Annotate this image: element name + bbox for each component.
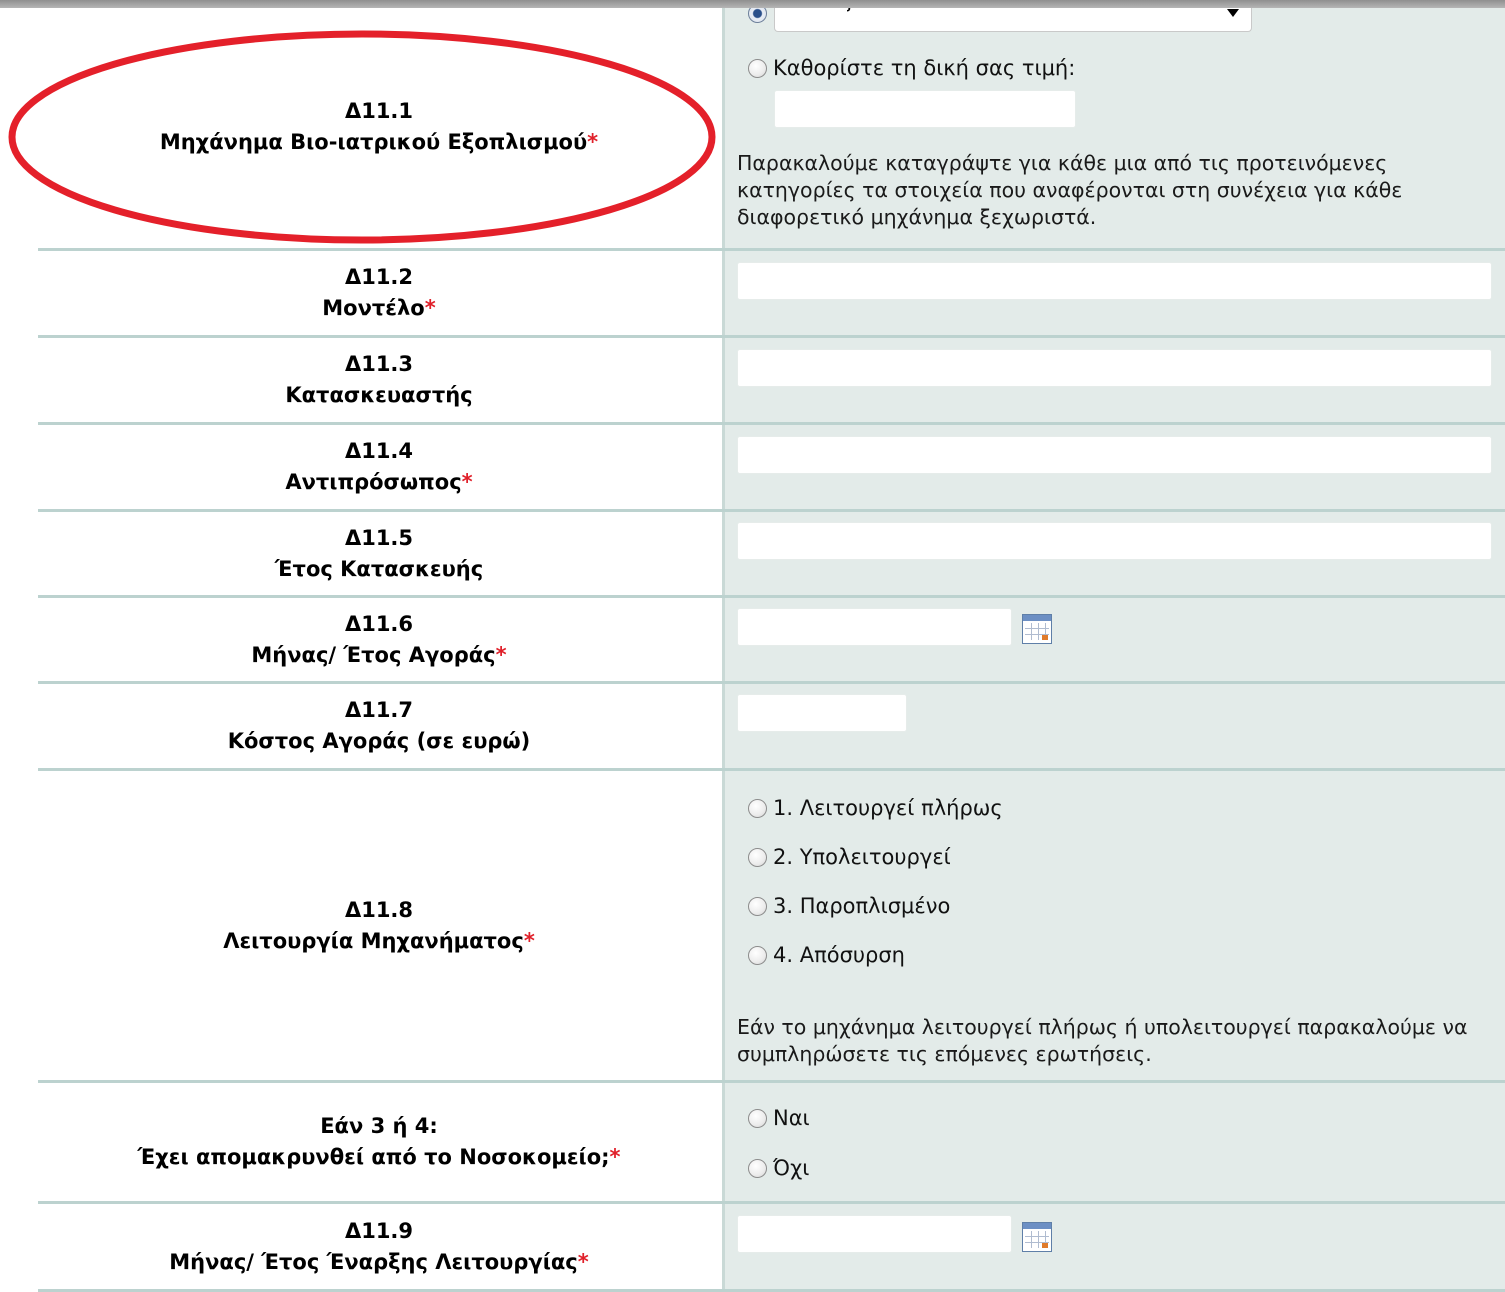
radio-decommissioned[interactable]: 3. Παροπλισμένο — [748, 894, 950, 918]
radio-button[interactable] — [748, 945, 767, 965]
question-label: Μήνας/ Έτος Έναρξης Λειτουργίας* — [169, 1247, 589, 1278]
label-cell-d11-2: Δ11.2 Μοντέλο* — [38, 251, 720, 335]
representative-input[interactable] — [737, 436, 1492, 474]
radio-label: Όχι — [773, 1156, 810, 1180]
question-label-text: Λειτουργία Μηχανήματος — [223, 928, 524, 953]
question-label-text: Μήνας/ Έτος Έναρξης Λειτουργίας — [169, 1249, 578, 1274]
calendar-icon[interactable] — [1022, 614, 1052, 644]
operation-start-date-input[interactable] — [737, 1215, 1012, 1253]
question-label: Κατασκευαστής — [285, 383, 473, 407]
radio-label: Ναι — [773, 1106, 810, 1130]
calendar-icon-header — [1023, 1223, 1051, 1229]
radio-fully-operational[interactable]: 1. Λειτουργεί πλήρως — [748, 796, 1003, 820]
question-code: Δ11.1 — [344, 99, 414, 123]
label-cell-d11-6: Δ11.6 Μήνας/ Έτος Αγοράς* — [38, 598, 720, 681]
radio-label: Καθορίστε τη δική σας τιμή: — [773, 56, 1076, 80]
value-cell-removed — [722, 1083, 1505, 1201]
label-cell-d11-5: Δ11.5 Έτος Κατασκευής — [38, 512, 720, 595]
radio-button[interactable] — [748, 798, 767, 818]
question-label: Έτος Κατασκευής — [274, 556, 484, 581]
d11-8-instruction-note: Εάν το μηχάνημα λειτουργεί πλήρως ή υπολ… — [737, 1015, 1468, 1066]
label-cell-d11-3: Δ11.3 Κατασκευαστής — [38, 338, 720, 422]
calendar-icon-today — [1042, 1243, 1048, 1248]
chevron-down-icon[interactable] — [1227, 9, 1239, 17]
purchase-cost-input[interactable] — [737, 694, 907, 732]
question-code: Δ11.6 — [344, 611, 414, 636]
radio-button[interactable] — [748, 1158, 767, 1178]
question-label: Λειτουργία Μηχανήματος* — [223, 926, 535, 957]
label-cell-d11-8: Δ11.8 Λειτουργία Μηχανήματος* — [38, 771, 720, 1080]
question-label: Μηχάνημα Βιο-ιατρικού Εξοπλισμού* — [160, 127, 598, 158]
row-removed-from-hospital: Εάν 3 ή 4: Έχει απομακρυνθεί από το Νοσο… — [38, 1083, 1505, 1204]
model-input[interactable] — [737, 262, 1492, 300]
construction-year-input[interactable] — [737, 522, 1492, 560]
question-label: Έχει απομακρυνθεί από το Νοσοκομείο;* — [137, 1142, 620, 1173]
radio-underperforming[interactable]: 2. Υπολειτουργεί — [748, 845, 951, 869]
radio-button[interactable] — [748, 896, 767, 916]
required-marker: * — [424, 296, 436, 320]
question-label-text: Μηχάνημα Βιο-ιατρικού Εξοπλισμού — [159, 130, 588, 154]
label-cell-d11-4: Δ11.4 Αντιπρόσωπος* — [38, 425, 720, 509]
question-label: Μοντέλο* — [322, 293, 435, 324]
radio-yes[interactable]: Ναι — [748, 1106, 810, 1130]
question-label: Κόστος Αγοράς (σε ευρώ) — [227, 729, 531, 753]
label-cell-removed: Εάν 3 ή 4: Έχει απομακρυνθεί από το Νοσο… — [38, 1083, 720, 1201]
required-marker: * — [587, 130, 599, 154]
question-label-text: Μήνας/ Έτος Αγοράς — [251, 642, 496, 667]
radio-button[interactable] — [748, 847, 767, 867]
question-code: Δ11.9 — [344, 1218, 414, 1243]
d11-1-instruction-note: Παρακαλούμε καταγράψτε για κάθε μια από … — [737, 151, 1403, 229]
calendar-icon-today — [1042, 635, 1048, 640]
question-label-text: Μοντέλο — [322, 296, 425, 320]
question-code: Δ11.4 — [344, 439, 414, 463]
radio-label: 2. Υπολειτουργεί — [773, 845, 951, 869]
required-marker: * — [461, 470, 473, 494]
radio-button[interactable] — [748, 1108, 767, 1128]
question-label-text: Έχει απομακρυνθεί από το Νοσοκομείο; — [137, 1145, 610, 1169]
window-top-border — [0, 0, 1505, 8]
calendar-icon-header — [1023, 615, 1051, 621]
label-cell-d11-7: Δ11.7 Κόστος Αγοράς (σε ευρώ) — [38, 684, 720, 768]
label-cell-d11-9: Δ11.9 Μήνας/ Έτος Έναρξης Λειτουργίας* — [38, 1204, 720, 1289]
required-marker: * — [523, 928, 535, 953]
manufacturer-input[interactable] — [737, 349, 1492, 387]
radio-no[interactable]: Όχι — [748, 1156, 809, 1180]
radio-custom-value[interactable]: Καθορίστε τη δική σας τιμή: — [748, 56, 1075, 80]
question-condition: Εάν 3 ή 4: — [320, 1114, 438, 1138]
radio-button[interactable] — [748, 58, 767, 78]
custom-value-input[interactable] — [774, 90, 1076, 128]
radio-label: 3. Παροπλισμένο — [773, 894, 951, 918]
question-code: Δ11.5 — [344, 525, 414, 550]
label-cell-d11-1: Δ11.1 Μηχάνημα Βιο-ιατρικού Εξοπλισμού* — [38, 0, 720, 248]
purchase-date-input[interactable] — [737, 608, 1012, 646]
question-code: Δ11.2 — [344, 265, 414, 289]
required-marker: * — [609, 1145, 621, 1169]
left-gutter — [0, 0, 38, 1292]
required-marker: * — [577, 1249, 589, 1274]
question-code: Δ11.3 — [344, 352, 414, 376]
question-label: Μήνας/ Έτος Αγοράς* — [251, 640, 506, 671]
radio-withdrawn[interactable]: 4. Απόσυρση — [748, 943, 905, 967]
question-label: Αντιπρόσωπος* — [285, 467, 472, 498]
question-code: Δ11.7 — [344, 698, 414, 722]
radio-label: 1. Λειτουργεί πλήρως — [773, 796, 1003, 820]
required-marker: * — [495, 642, 507, 667]
question-label-text: Αντιπρόσωπος — [285, 470, 462, 494]
calendar-icon[interactable] — [1022, 1222, 1052, 1252]
radio-label: 4. Απόσυρση — [773, 943, 905, 967]
question-code: Δ11.8 — [344, 897, 414, 922]
